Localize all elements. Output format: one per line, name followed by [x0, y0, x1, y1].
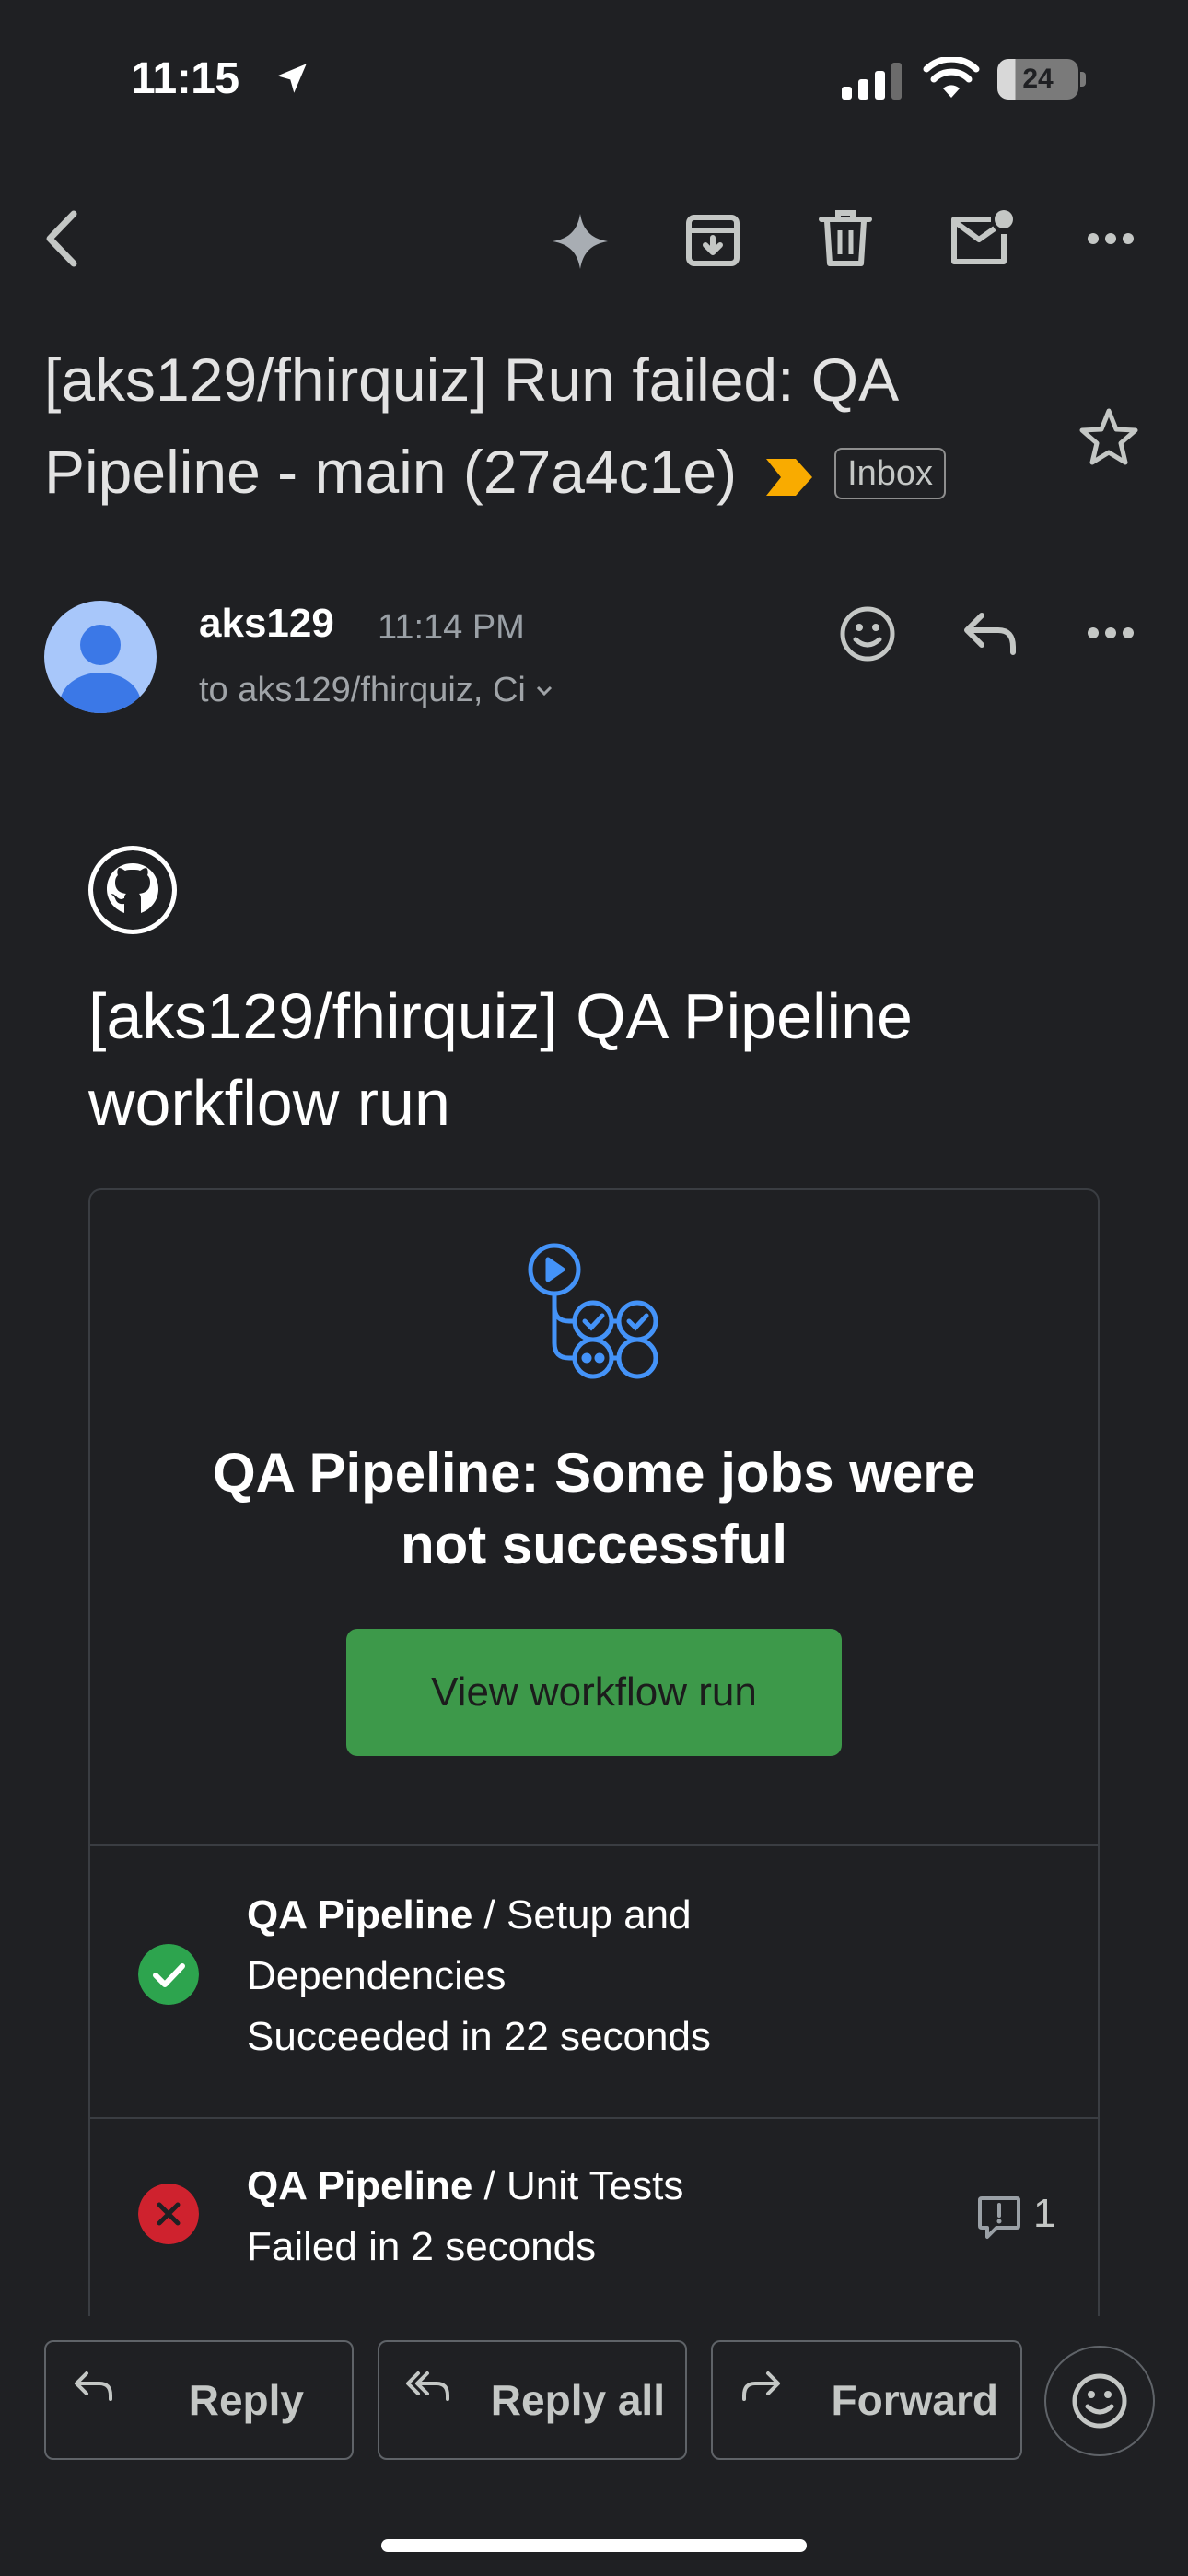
emoji-icon — [1072, 2373, 1127, 2429]
reply-label: Reply — [188, 2376, 304, 2424]
failure-x-icon — [138, 2184, 199, 2244]
add-reaction-icon[interactable] — [838, 604, 897, 663]
github-logo-icon — [88, 846, 177, 934]
job-separator: / — [472, 1892, 507, 1938]
job-status: Failed in 2 seconds — [247, 2224, 597, 2269]
reply-icon — [75, 2371, 112, 2401]
recipients-toggle[interactable]: to aks129/fhirquiz, Ci — [199, 671, 553, 710]
job-row[interactable]: QA Pipeline / Setup and Dependencies Suc… — [90, 1844, 1098, 2117]
job-workflow: QA Pipeline — [247, 2163, 473, 2208]
annotation-count: 1 — [1033, 2191, 1056, 2236]
workflow-status-title: QA Pipeline: Some jobs were not successf… — [213, 1442, 975, 1575]
job-row[interactable]: QA Pipeline / Unit Tests Failed in 2 sec… — [90, 2117, 1098, 2338]
more-options-icon[interactable] — [1087, 232, 1135, 245]
mark-unread-icon[interactable] — [947, 208, 1013, 267]
job-status: Succeeded in 22 seconds — [247, 2014, 711, 2059]
battery-cap — [1080, 72, 1086, 87]
archive-icon[interactable] — [683, 210, 742, 269]
location-arrow-icon — [277, 64, 307, 93]
email-subject: [aks129/fhirquiz] Run failed: QA Pipelin… — [44, 334, 1066, 518]
home-indicator — [381, 2539, 807, 2552]
job-workflow: QA Pipeline — [247, 1892, 473, 1938]
avatar[interactable] — [44, 601, 157, 713]
delete-icon[interactable] — [818, 208, 873, 269]
sender-more-icon[interactable] — [1087, 626, 1135, 639]
reply-all-icon — [406, 2371, 449, 2401]
reply-all-label: Reply all — [490, 2376, 665, 2424]
reply-all-button[interactable]: Reply all — [378, 2340, 687, 2460]
forward-button[interactable]: Forward — [711, 2340, 1022, 2460]
sent-time: 11:14 PM — [378, 608, 525, 647]
chevron-down-icon — [536, 685, 552, 696]
job-details: QA Pipeline / Setup and Dependencies Suc… — [247, 1885, 818, 2067]
star-icon[interactable] — [1079, 407, 1138, 466]
email-body-heading: [aks129/fhirquiz] QA Pipeline workflow r… — [88, 980, 913, 1139]
job-details: QA Pipeline / Unit Tests Failed in 2 sec… — [247, 2156, 818, 2277]
status-time: 11:15 — [131, 54, 239, 103]
person-icon — [60, 625, 141, 713]
forward-icon — [742, 2371, 780, 2401]
forward-label: Forward — [831, 2376, 998, 2424]
workflow-card: QA Pipeline: Some jobs were not successf… — [88, 1188, 1100, 2340]
reply-button[interactable]: Reply — [44, 2340, 354, 2460]
sender-name[interactable]: aks129 — [199, 601, 334, 647]
signal-icon — [842, 63, 902, 100]
back-icon[interactable] — [41, 208, 83, 269]
add-reaction-button[interactable] — [1044, 2346, 1155, 2456]
important-label-icon[interactable] — [764, 457, 814, 498]
view-workflow-run-button[interactable]: View workflow run — [346, 1629, 842, 1756]
wifi-icon — [923, 57, 980, 98]
battery-indicator: 24 — [997, 59, 1078, 100]
workflow-icon — [528, 1243, 658, 1379]
job-separator: / — [472, 2163, 507, 2208]
annotation-icon — [978, 2196, 1020, 2239]
recipients-text: to aks129/fhirquiz, Ci — [199, 671, 526, 709]
success-check-icon — [138, 1944, 199, 2005]
job-name: Unit Tests — [507, 2163, 684, 2208]
gemini-sparkle-icon[interactable] — [551, 212, 610, 271]
inbox-label-chip[interactable]: Inbox — [834, 447, 947, 499]
reply-icon[interactable] — [961, 610, 1019, 658]
